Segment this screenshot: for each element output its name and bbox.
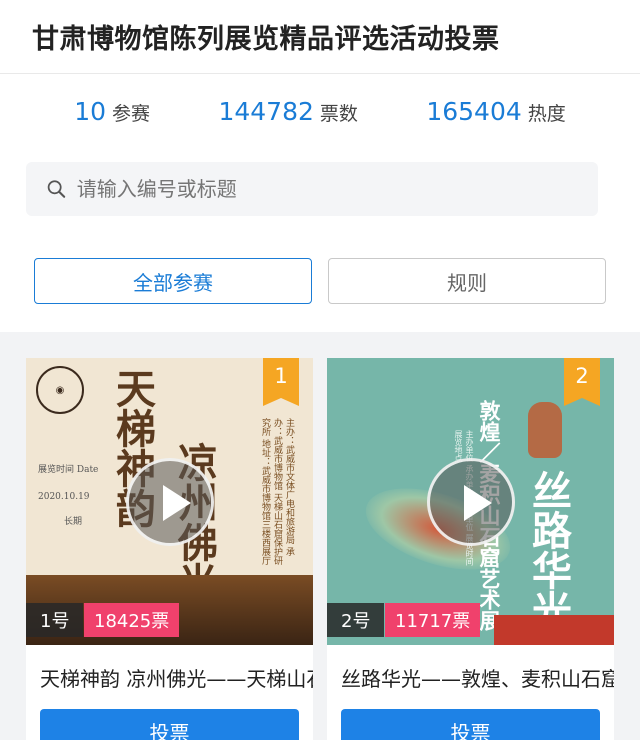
stat-heat-value: 165404 [426,96,522,126]
vote-button[interactable]: 投票 [40,709,299,740]
entry-number-tag: 2号 [327,603,385,637]
entry-votes-tag: 18425票 [84,603,180,637]
poster-date-block: 展览时间 Date 2020.10.19 长期 [38,464,98,529]
vote-button[interactable]: 投票 [341,709,600,740]
stat-heat-label: 热度 [527,102,566,125]
statue-image [528,402,562,458]
entry-title[interactable]: 天梯神韵 凉州佛光——天梯山石窟艺术展 [26,645,313,709]
stats-bar: 10 参赛 144782 票数 165404 热度 [0,74,640,148]
play-icon[interactable] [426,457,515,546]
entry-title[interactable]: 丝路华光——敦煌、麦积山石窟艺术展 [327,645,614,709]
search-icon [47,180,66,198]
stat-entries-value: 10 [74,96,107,126]
entry-card[interactable]: 主办单位 承办单位 协办单位 展览时间 展览地点 敦煌／麦积山石窟艺术展 丝路华… [327,358,614,740]
rank-badge: 1 [263,358,299,406]
poster-headline: 丝路华光 [525,470,572,630]
stat-entries: 10 参赛 [74,97,150,126]
play-icon[interactable] [125,457,214,546]
stat-heat: 165404 热度 [426,97,565,126]
entry-card[interactable]: ◉ 天梯神韵 凉州佛光 主办：武威市文体广电和旅游局 承办：武威市博物馆 天梯山… [26,358,313,740]
entry-cover[interactable]: ◉ 天梯神韵 凉州佛光 主办：武威市文体广电和旅游局 承办：武威市博物馆 天梯山… [26,358,313,645]
entry-grid: ◉ 天梯神韵 凉州佛光 主办：武威市文体广电和旅游局 承办：武威市博物馆 天梯山… [0,332,640,740]
poster-side-text: 主办：武威市文体广电和旅游局 承办：武威市博物馆 天梯山石窟保护研究所 地址：武… [260,418,294,565]
entry-cover[interactable]: 主办单位 承办单位 协办单位 展览时间 展览地点 敦煌／麦积山石窟艺术展 丝路华… [327,358,614,645]
stat-votes-value: 144782 [218,96,314,126]
page-header: 甘肃博物馆陈列展览精品评选活动投票 [0,0,640,74]
stat-votes-label: 票数 [319,102,358,125]
tab-bar: 全部参赛 规则 [0,236,640,332]
stat-votes: 144782 票数 [218,97,357,126]
tab-all-entries[interactable]: 全部参赛 [34,258,312,304]
poster-date-value: 2020.10.19 [38,492,90,502]
search-section [0,148,640,236]
poster-red-band [494,615,614,645]
rank-badge: 2 [564,358,600,406]
page-title: 甘肃博物馆陈列展览精品评选活动投票 [32,24,500,55]
poster-date-label: 展览时间 Date [38,465,99,475]
entry-votes-tag: 11717票 [385,603,481,637]
poster-date-range: 长期 [64,517,83,527]
search-box[interactable] [26,162,598,216]
search-input[interactable] [76,177,598,201]
entry-number-tag: 1号 [26,603,84,637]
museum-seal-icon: ◉ [36,366,84,414]
tab-rules[interactable]: 规则 [328,258,606,304]
stat-entries-label: 参赛 [112,102,151,125]
